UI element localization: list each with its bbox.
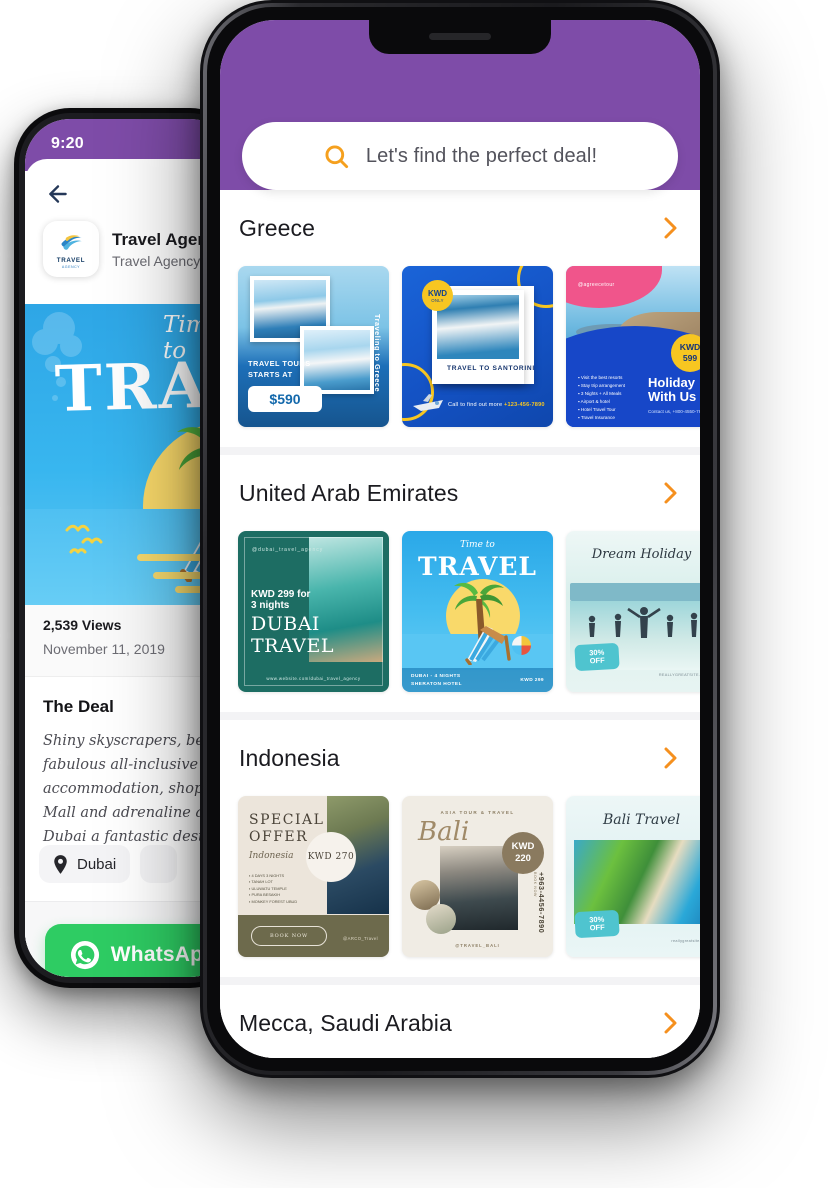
section-header-greece[interactable]: Greece [220, 190, 700, 266]
section-title: United Arab Emirates [239, 479, 459, 506]
card-handle: @agreecetour [578, 282, 615, 288]
card-price-circle: KWD 270 [306, 832, 356, 882]
mockup-stage: 9:20 TRAVEL AGENCY Travel Agency Travel … [0, 0, 828, 1188]
front-phone-body: Let's find the perfect deal! Greece TRAV… [207, 7, 713, 1071]
section-header-mecca[interactable]: Mecca, Saudi Arabia [220, 985, 700, 1058]
deal-card-travel-tours-greece[interactable]: TRAVEL TOURS STARTS AT $590 Traveling to… [238, 266, 389, 427]
deal-card-bali-travel[interactable]: Bali Travel 30% OFF reallygreatsite.com [566, 796, 700, 957]
card-contact: Contact us, +800-4550-7890 [648, 409, 700, 414]
section-indonesia: Indonesia SPECIAL OFFER Indonesia KWD 27… [220, 720, 700, 977]
card-bullets: 4 DAYS 3 NIGHTS TANAH LOT ULUWATU TEMPLE… [249, 873, 297, 905]
card-url: reallygreatsite.com [671, 939, 700, 943]
card-script-word: Indonesia [249, 851, 294, 861]
discount-badge: 30% OFF [574, 909, 620, 939]
card-title: Holiday With Us [648, 375, 697, 404]
card-title: Dream Holiday [591, 547, 692, 562]
card-row-indonesia: SPECIAL OFFER Indonesia KWD 270 4 DAYS 3… [220, 796, 700, 977]
section-uae: United Arab Emirates @dubai_travel_agenc… [220, 455, 700, 712]
section-greece: Greece TRAVEL TOURS STARTS AT $590 Trave… [220, 190, 700, 447]
card-label: TRAVEL TOURS STARTS AT [248, 359, 311, 379]
card-title: DUBAI TRAVEL [251, 613, 334, 657]
deal-card-dream-holiday[interactable]: Dream Holiday 30% OFF REALLYGREATSITE. [566, 531, 700, 692]
card-row-uae: @dubai_travel_agency KWD 299 for 3 night… [220, 531, 700, 712]
views-count: 2,539 Views [43, 617, 122, 633]
whatsapp-icon [70, 940, 100, 970]
logo-text-primary: TRAVEL [56, 257, 86, 264]
card-price-line: KWD 299 for 3 nights [251, 589, 311, 611]
card-eyebrow: ASIA TOUR & TRAVEL [440, 810, 515, 815]
section-header-indonesia[interactable]: Indonesia [220, 720, 700, 796]
deal-date: November 11, 2019 [43, 641, 165, 657]
card-handle: @ARCO_Travel [343, 936, 378, 941]
airplane-icon [413, 394, 443, 411]
deal-heading: The Deal [43, 697, 114, 716]
people-running-icon [588, 607, 698, 638]
front-phone-screen: Let's find the perfect deal! Greece TRAV… [220, 20, 700, 1058]
card-website: www.website.com/dubai_travel_agency [266, 676, 361, 681]
card-vertical-text: Traveling to Greece [373, 314, 382, 393]
chevron-right-icon[interactable] [663, 216, 678, 240]
location-chip-label: Dubai [77, 855, 117, 873]
section-title: Indonesia [239, 744, 340, 771]
beach-chair-icon [465, 626, 511, 665]
deal-card-special-offer-indonesia[interactable]: SPECIAL OFFER Indonesia KWD 270 4 DAYS 3… [238, 796, 389, 957]
location-pin-icon [53, 854, 68, 874]
card-title: Bali Travel [602, 812, 681, 828]
card-row-greece: TRAVEL TOURS STARTS AT $590 Traveling to… [220, 266, 700, 447]
deal-card-dubai-travel-offer[interactable]: @dubai_travel_agency KWD 299 for 3 night… [238, 531, 389, 692]
agency-logo: TRAVEL AGENCY [43, 221, 99, 277]
destinations-list[interactable]: Greece TRAVEL TOURS STARTS AT $590 Trave… [220, 190, 700, 1058]
card-footer-left: DUBAI - 4 NIGHTS SHERATON HOTEL [411, 674, 463, 687]
card-price-badge: KWD ONLY [422, 280, 453, 311]
badge-amount: KWD [427, 288, 448, 298]
card-url: REALLYGREATSITE.COM [658, 673, 700, 677]
card-caption: TRAVEL TO SANTORINI [447, 365, 535, 372]
search-placeholder: Let's find the perfect deal! [365, 144, 598, 167]
badge-sub: ONLY [431, 297, 444, 303]
book-now-button[interactable]: BOOK NOW [251, 926, 327, 946]
card-handle: @dubai_travel_agency [252, 547, 324, 553]
card-price-box: $590 [248, 386, 322, 412]
card-title: Bali [418, 817, 470, 847]
discount-badge: 30% OFF [574, 642, 620, 672]
deal-card-bali-asia-tour[interactable]: ASIA TOUR & TRAVEL Bali KWD 220 BOOK NOW [402, 796, 553, 957]
phone-notch [369, 20, 551, 54]
secondary-chip[interactable] [140, 845, 177, 883]
section-mecca: Mecca, Saudi Arabia [220, 985, 700, 1058]
location-chip[interactable]: Dubai [39, 845, 131, 883]
deal-card-travel-to-santorini[interactable]: KWD ONLY TRAVEL TO SANTORINI Call to fin… [402, 266, 553, 427]
card-footer-right: KWD 299 [520, 678, 544, 683]
search-input[interactable]: Let's find the perfect deal! [242, 122, 678, 190]
card-kwd-badge: KWD 220 [502, 832, 544, 874]
card-bullets: Visit the best resorts Stay trip arrange… [578, 374, 625, 422]
earpiece-speaker [429, 33, 491, 40]
section-title: Greece [239, 214, 316, 241]
arrow-left-icon[interactable] [45, 181, 71, 207]
section-header-uae[interactable]: United Arab Emirates [220, 455, 700, 531]
section-title: Mecca, Saudi Arabia [239, 1009, 452, 1036]
card-phone-line: Call to find out more +123-456-7890 [448, 402, 545, 408]
chevron-right-icon[interactable] [663, 481, 678, 505]
chevron-right-icon[interactable] [663, 1011, 678, 1035]
card-phone: +963-4456-7890 [537, 872, 546, 934]
logo-text-secondary: AGENCY [61, 265, 81, 269]
search-icon [323, 143, 350, 170]
card-price: $590 [269, 391, 301, 407]
card-handle: @TRAVEL_BALI [455, 943, 500, 948]
globe-swoosh-icon [59, 231, 83, 254]
deal-card-holiday-with-us[interactable]: @agreecetour Visit the best resorts Stay… [566, 266, 700, 427]
deal-card-time-to-travel-dubai[interactable]: Time to TRAVEL DUBAI - 4 NIGHTS SHERATON… [402, 531, 553, 692]
front-phone-device: Let's find the perfect deal! Greece TRAV… [200, 0, 720, 1078]
card-eyebrow: Time to [460, 540, 495, 550]
chevron-right-icon[interactable] [663, 746, 678, 770]
birds-icon [65, 524, 103, 554]
status-time: 9:20 [51, 135, 84, 152]
beach-ball-icon [512, 636, 531, 655]
